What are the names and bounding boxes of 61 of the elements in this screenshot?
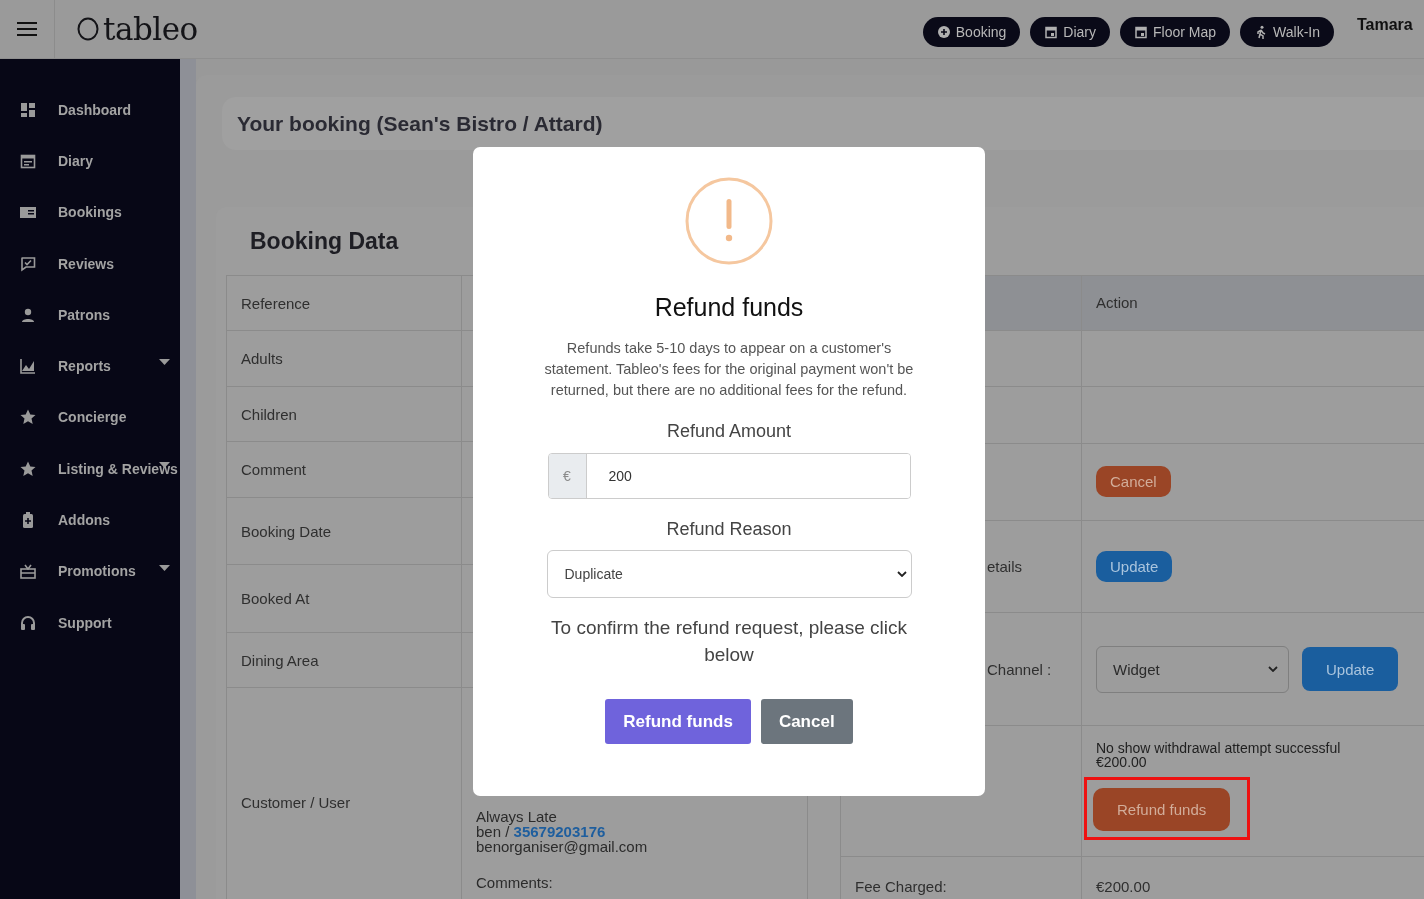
sidebar-item[interactable]: Dashboard [0,84,180,136]
sidebar-item[interactable]: Promotions [0,545,180,597]
column-header: Action [1096,294,1138,312]
field-label: Refund Amount [666,421,792,442]
sidebar-item[interactable]: Diary [0,135,180,187]
row-label: etails [987,558,1023,575]
sidebar-item[interactable]: Reports [0,340,180,392]
nav-button[interactable]: Walk-In [1240,17,1334,47]
nav-button[interactable]: Booking [922,17,1021,47]
menu-icon[interactable] [17,22,37,36]
reason-select[interactable]: Duplicate [546,550,912,598]
row-label: Booked At [241,590,310,607]
page-title: Your booking (Sean's Bistro / Attard) [222,97,1424,150]
row-label: Reference [241,294,311,312]
row-label: Children [241,405,297,423]
nav-button[interactable]: Diary [1030,17,1111,47]
logo-text: tableo [103,11,198,47]
dashboard-icon [19,100,37,119]
row-label: Adults [241,350,283,367]
row-label: Channel : [987,660,1052,678]
calendar-icon [1134,25,1149,39]
warning-icon [685,177,773,265]
sidebar-item[interactable]: Addons [0,494,180,546]
row-label: Booking Date [241,522,332,540]
review-icon [19,254,37,273]
refund-button[interactable]: Refund funds [605,699,751,744]
row-label: Fee Charged: [855,878,947,896]
dialog-message: Refunds take 5-10 days to appear on a customer's statement. Tableo's fees for the original payment won't be returned, but there are no additional fees for the refund. [544,339,914,400]
sidebar-item[interactable]: Reviews [0,237,180,290]
field-label: Refund Reason [666,519,792,540]
sidebar-item[interactable]: Bookings [0,186,180,238]
calendar-icon [1044,25,1059,39]
headset-icon [19,613,37,632]
customer-email: benorganiser@gmail.com [476,839,649,854]
cancel-button[interactable]: Cancel [760,699,853,744]
star-icon [19,408,37,427]
comments-label: Comments: [476,874,554,891]
amount-field[interactable]: € 200 [547,453,911,499]
customer-name: ben / [476,823,510,840]
channel-select[interactable]: Widget [1096,645,1289,693]
row-label: Customer / User [241,794,351,811]
sidebar-item[interactable]: Concierge [0,391,180,444]
update-button[interactable]: Update [1096,551,1173,582]
withdrawal-message: No show withdrawal attempt successful €200.00 [1096,741,1342,770]
sidebar-item[interactable]: Support [0,596,180,649]
chevron-icon [1268,666,1278,673]
chevron-icon [896,571,907,577]
chart-icon [19,357,37,376]
dialog-title: Refund funds [654,293,804,322]
sidebar-item[interactable]: Patrons [0,289,180,341]
user-name[interactable]: Tamara [1357,15,1424,34]
row-label: Comment [241,461,307,478]
section-title: Booking Data [249,226,399,256]
nav-button[interactable]: Floor Map [1120,17,1231,47]
plus-icon [936,25,951,39]
confirm-text: To confirm the refund request, please click below [550,616,908,667]
update-button[interactable]: Update [1302,647,1399,692]
fee-value: €200.00 [1096,878,1151,896]
row-label: Dining Area [241,651,319,669]
sidebar-item[interactable]: Listing & Reviews [0,443,180,495]
logo-icon [77,17,99,41]
